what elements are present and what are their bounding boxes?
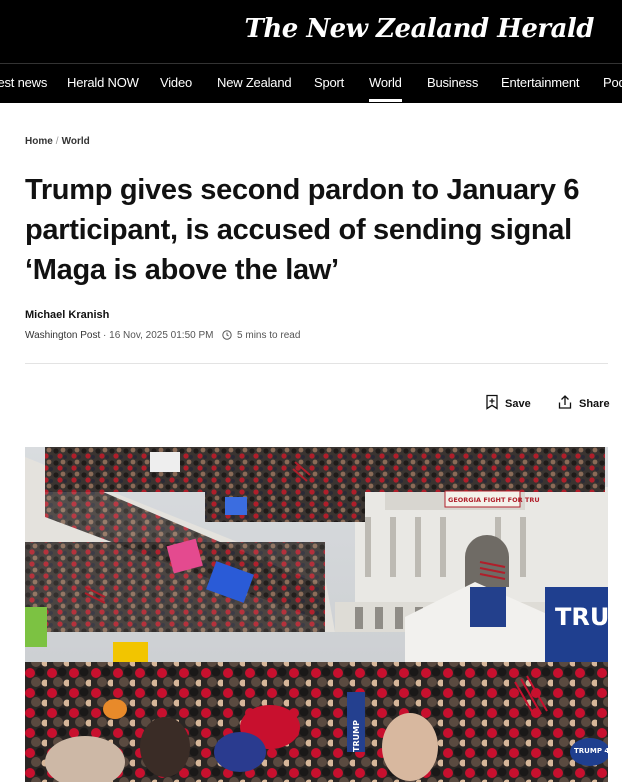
nav-item-business[interactable]: Business (427, 75, 478, 90)
sign-text: TRUMP (352, 720, 361, 752)
clock-icon (222, 330, 232, 343)
share-label: Share (579, 397, 610, 410)
nav-item-video[interactable]: Video (160, 75, 192, 90)
read-time: 5 mins to read (237, 330, 301, 341)
nav-item-herald-now[interactable]: Herald NOW (67, 75, 139, 90)
article-meta: Washington Post · 16 Nov, 2025 01:50 PM … (25, 330, 300, 343)
share-button[interactable]: Share (557, 394, 610, 413)
nav-item-entertainment[interactable]: Entertainment (501, 75, 580, 90)
author-name[interactable]: Michael Kranish (25, 309, 109, 321)
meta-separator: · (103, 330, 107, 341)
hat-text: TRUMP 45 (574, 747, 608, 755)
bookmark-icon (485, 394, 499, 413)
save-button[interactable]: Save (485, 394, 531, 413)
breadcrumb-home[interactable]: Home (25, 136, 53, 147)
nav-item-sport[interactable]: Sport (314, 75, 344, 90)
article-date: 16 Nov, 2025 01:50 PM (109, 330, 214, 341)
breadcrumb-world[interactable]: World (62, 136, 90, 147)
breadcrumb-separator: / (55, 136, 59, 147)
flag-text: TRU (555, 603, 608, 631)
article-headline: Trump gives second pardon to January 6 p… (25, 174, 580, 286)
nav-item-new-zealand[interactable]: New Zealand (217, 75, 292, 90)
nav-item-latest-news[interactable]: Latest news (0, 75, 47, 90)
article-source: Washington Post (25, 330, 101, 341)
article-hero-photo: GEORGIA FIGHT FOR TRU TRU TRUMP TRUMP 45 (25, 447, 608, 782)
nav-item-podcasts[interactable]: Podcasts (603, 75, 622, 90)
divider (25, 363, 608, 364)
save-label: Save (505, 397, 531, 410)
masthead: The New Zealand Herald (0, 0, 622, 63)
banner-text: GEORGIA FIGHT FOR TRU (448, 496, 540, 504)
share-icon (557, 394, 573, 413)
breadcrumb: Home / World (25, 136, 90, 147)
main-nav: Latest news Herald NOW Video New Zealand… (0, 63, 622, 103)
nav-item-world[interactable]: World (369, 75, 402, 102)
site-logo[interactable]: The New Zealand Herald (244, 14, 594, 44)
